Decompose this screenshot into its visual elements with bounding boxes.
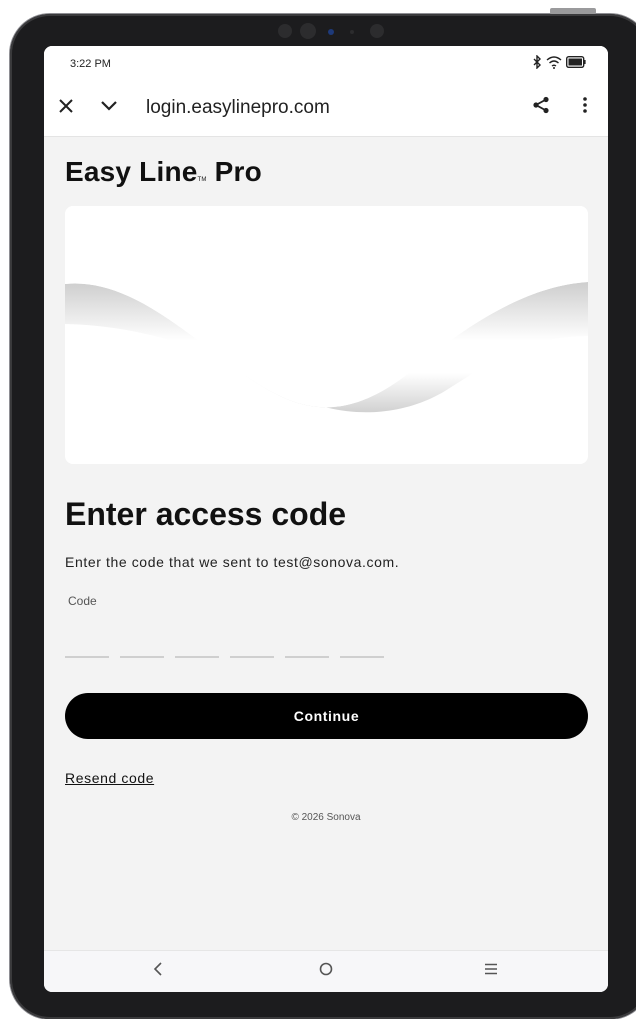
- brand-logo: Easy LineTM Pro: [65, 156, 262, 188]
- brand-name-part1: Easy Line: [65, 156, 198, 187]
- recents-icon[interactable]: [484, 961, 498, 982]
- close-icon[interactable]: [58, 96, 74, 118]
- status-icons: [532, 55, 586, 69]
- system-nav-bar: [44, 950, 608, 992]
- brand-trademark: TM: [197, 177, 207, 183]
- status-bar: 3:22 PM: [44, 46, 608, 78]
- code-digit-input[interactable]: [65, 656, 109, 658]
- continue-button[interactable]: Continue: [65, 693, 588, 739]
- power-button: [550, 8, 596, 14]
- hero-image: [65, 206, 588, 464]
- wave-graphic: [65, 206, 588, 413]
- battery-icon: [566, 56, 586, 68]
- share-icon[interactable]: [532, 96, 550, 118]
- brand-name-part2: Pro: [214, 156, 262, 187]
- more-vertical-icon[interactable]: [582, 96, 588, 118]
- home-icon[interactable]: [318, 961, 334, 982]
- instruction-text: Enter the code that we sent to test@sono…: [65, 554, 400, 570]
- code-digit-input[interactable]: [340, 656, 384, 658]
- code-digit-input[interactable]: [120, 656, 164, 658]
- code-digit-input[interactable]: [175, 656, 219, 658]
- camera-strip: [272, 20, 396, 42]
- code-digit-input[interactable]: [230, 656, 274, 658]
- page-title: Enter access code: [65, 496, 347, 532]
- resend-code-link[interactable]: Resend code: [65, 770, 154, 786]
- back-icon[interactable]: [152, 961, 164, 982]
- screen: 3:22 PM login.easylinepro.com Easy LineT…: [44, 46, 608, 992]
- chevron-down-icon[interactable]: [100, 96, 118, 118]
- status-time: 3:22 PM: [70, 58, 111, 70]
- bluetooth-icon: [533, 55, 541, 69]
- copyright-footer: © 2026 Sonova: [291, 812, 361, 823]
- browser-toolbar: login.easylinepro.com: [44, 78, 608, 137]
- code-digit-input[interactable]: [285, 656, 329, 658]
- address-bar-url[interactable]: login.easylinepro.com: [146, 97, 330, 119]
- code-input-group: [65, 656, 384, 658]
- code-label: Code: [68, 594, 97, 608]
- wifi-icon: [546, 56, 562, 69]
